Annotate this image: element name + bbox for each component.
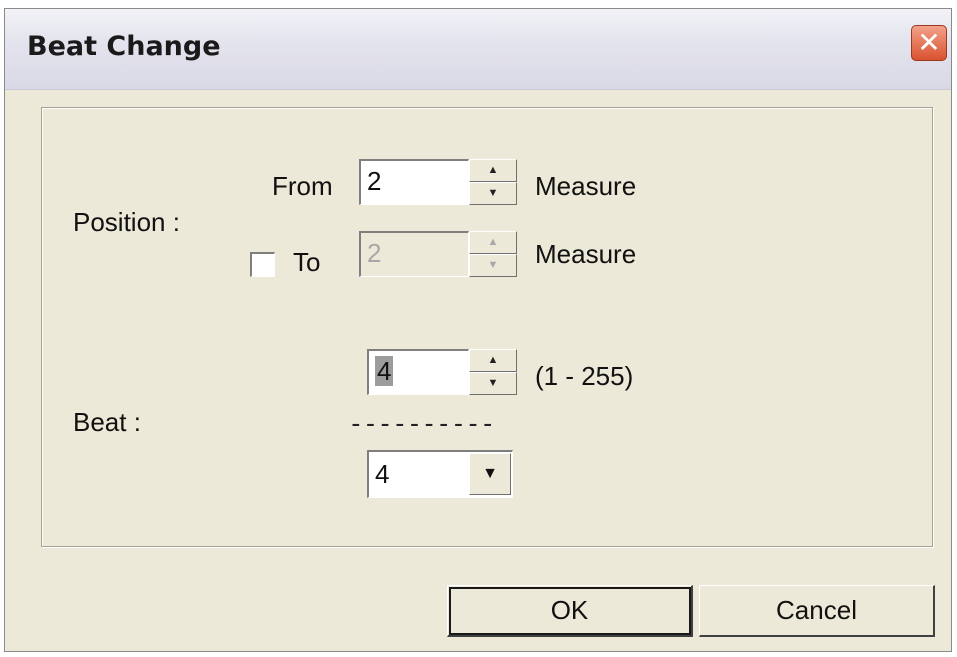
from-spin-up-button[interactable]: ▲ bbox=[469, 159, 517, 182]
beat-range-hint: (1 - 255) bbox=[535, 361, 634, 391]
spin-up-icon: ▲ bbox=[487, 354, 499, 366]
close-button[interactable]: ✕ bbox=[911, 25, 947, 61]
to-checkbox[interactable] bbox=[250, 252, 275, 277]
to-label: To bbox=[293, 247, 321, 277]
spin-down-icon: ▼ bbox=[487, 187, 499, 199]
to-measure-spinner: ▲ ▼ bbox=[469, 231, 517, 277]
spin-up-icon: ▲ bbox=[487, 164, 499, 176]
ok-button[interactable]: OK bbox=[447, 585, 693, 637]
beat-change-dialog: Beat Change ✕ Position : From 2 ▲ ▼ Meas… bbox=[4, 8, 952, 652]
spin-down-icon: ▼ bbox=[487, 259, 499, 271]
beat-spin-down-button[interactable]: ▼ bbox=[469, 372, 517, 395]
beat-denominator-select[interactable]: 4 ▼ bbox=[367, 450, 513, 498]
from-unit-label: Measure bbox=[535, 171, 637, 201]
to-unit-label: Measure bbox=[535, 239, 637, 269]
cancel-button[interactable]: Cancel bbox=[699, 585, 935, 637]
beat-fraction-divider: ---------- bbox=[348, 409, 496, 439]
chevron-down-icon: ▼ bbox=[482, 465, 498, 482]
to-measure-input[interactable]: 2 bbox=[359, 231, 469, 277]
close-icon: ✕ bbox=[917, 26, 941, 59]
from-label: From bbox=[272, 171, 333, 201]
position-label: Position : bbox=[73, 207, 180, 237]
dropdown-button[interactable]: ▼ bbox=[469, 453, 511, 495]
beat-numerator-input[interactable]: 4 bbox=[367, 349, 469, 395]
dialog-title: Beat Change bbox=[27, 31, 221, 62]
beat-denominator-value: 4 bbox=[375, 459, 390, 489]
title-bar[interactable]: Beat Change ✕ bbox=[5, 9, 951, 90]
to-spin-down-button[interactable]: ▼ bbox=[469, 254, 517, 277]
from-measure-spinner: ▲ ▼ bbox=[469, 159, 517, 205]
to-spin-up-button[interactable]: ▲ bbox=[469, 231, 517, 254]
beat-numerator-value: 4 bbox=[375, 356, 394, 386]
from-spin-down-button[interactable]: ▼ bbox=[469, 182, 517, 205]
beat-spin-up-button[interactable]: ▲ bbox=[469, 349, 517, 372]
from-measure-input[interactable]: 2 bbox=[359, 159, 469, 205]
spin-up-icon: ▲ bbox=[487, 236, 499, 248]
beat-numerator-spinner: ▲ ▼ bbox=[469, 349, 517, 395]
beat-label: Beat : bbox=[73, 407, 141, 437]
spin-down-icon: ▼ bbox=[487, 377, 499, 389]
